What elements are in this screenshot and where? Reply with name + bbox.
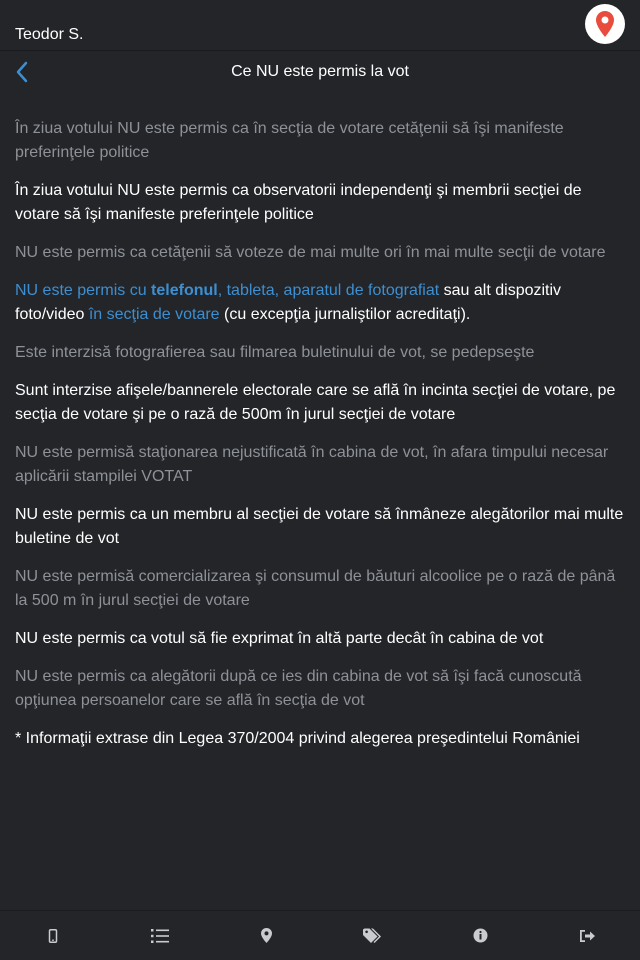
list-icon: [151, 928, 169, 943]
tab-sign-out[interactable]: [533, 911, 640, 960]
rule-link[interactable]: NU este permis cu telefonul, tableta, ap…: [15, 282, 439, 299]
rule-paragraph: NU este permis ca votul să fie exprimat …: [15, 630, 544, 647]
page-title: Ce NU este permis la vot: [231, 63, 409, 80]
bottom-tab-bar: [0, 910, 640, 960]
sign-out-icon: [579, 929, 595, 942]
rule-paragraph: NU este permisă staţionarea nejustificat…: [15, 444, 609, 485]
rule-paragraph: Este interzisă fotografierea sau filmare…: [15, 344, 535, 361]
rules-list: În ziua votului NU este permis ca în sec…: [15, 117, 627, 765]
tab-map[interactable]: [213, 911, 320, 960]
map-marker-icon: [261, 928, 273, 943]
rule-paragraph: În ziua votului NU este permis ca observ…: [15, 182, 582, 223]
info-icon: [473, 928, 488, 943]
nav-header: Ce NU este permis la vot: [0, 50, 640, 94]
tags-icon: [363, 928, 382, 943]
rule-paragraph: NU este permis ca un membru al secţiei d…: [15, 506, 624, 547]
source-note: * Informaţii extrase din Legea 370/2004 …: [15, 730, 580, 747]
rule-link[interactable]: în secţia de votare: [89, 306, 220, 323]
tab-tags[interactable]: [320, 911, 427, 960]
rule-paragraph-with-links: NU este permis cu telefonul, tableta, ap…: [15, 282, 562, 323]
tab-list[interactable]: [107, 911, 214, 960]
tab-mobile[interactable]: [0, 911, 107, 960]
top-bar: Teodor S.: [0, 0, 640, 50]
user-name: Teodor S.: [15, 26, 84, 43]
rule-paragraph: NU este permisă comercializarea şi consu…: [15, 568, 616, 609]
map-pin-icon: [596, 11, 614, 37]
location-button[interactable]: [585, 4, 625, 44]
rule-paragraph: Sunt interzise afişele/bannerele elector…: [15, 382, 616, 423]
rule-paragraph: În ziua votului NU este permis ca în sec…: [15, 120, 564, 161]
rule-paragraph: NU este permis ca alegătorii după ce ies…: [15, 668, 582, 709]
rule-paragraph: NU este permis ca cetăţenii să voteze de…: [15, 244, 606, 261]
tab-info[interactable]: [427, 911, 534, 960]
mobile-icon: [49, 928, 58, 943]
